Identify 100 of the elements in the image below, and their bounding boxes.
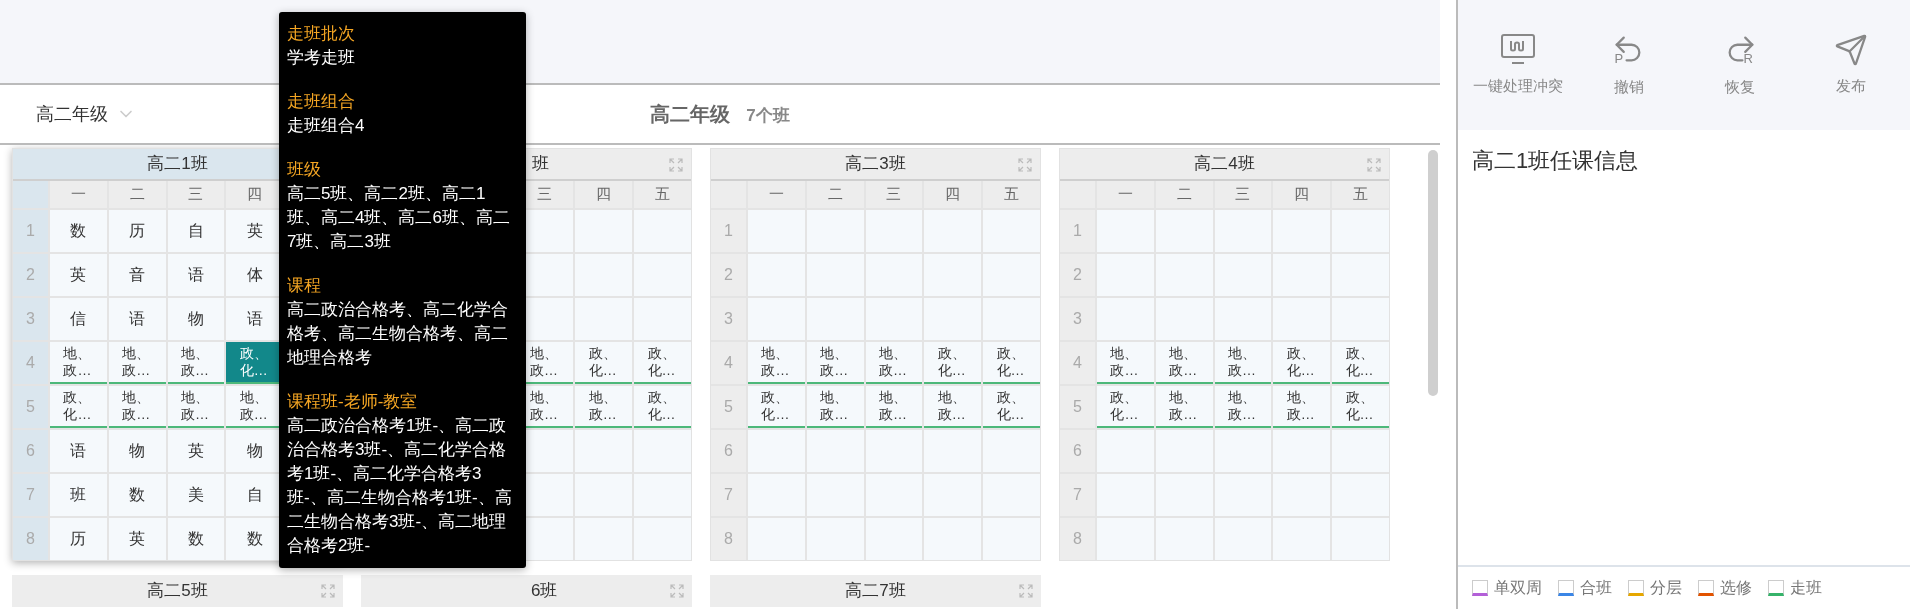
day-header: 五 (1332, 181, 1389, 208)
timetable-cell[interactable]: 地、政… (748, 342, 805, 384)
tooltip-label: 课程 (287, 275, 322, 297)
timetable-cell[interactable]: 地、政… (1273, 386, 1331, 428)
timetable-cell[interactable]: 政、化… (1332, 342, 1389, 384)
period-number: 4 (1060, 342, 1095, 384)
card-title: 高二1班 (147, 153, 208, 176)
period-number: 7 (1060, 474, 1095, 516)
day-header: 二 (108, 181, 166, 208)
timetable-cell[interactable]: 地、政… (167, 342, 225, 384)
timetable-cell[interactable]: 英 (108, 518, 166, 560)
timetable-cell[interactable]: 地、政… (167, 386, 225, 428)
period-number: 5 (1060, 386, 1095, 428)
timetable-cell[interactable]: 历 (50, 518, 107, 560)
period-number: 8 (13, 518, 48, 560)
timetable-cell[interactable]: 政、化… (748, 386, 805, 428)
timetable-cell[interactable]: 地、政… (1155, 342, 1213, 384)
card-title: 高二3班 (845, 153, 906, 176)
legend-label: 单双周 (1494, 578, 1542, 598)
timetable-cell[interactable]: 地、政… (575, 386, 633, 428)
period-number: 2 (13, 254, 48, 296)
day-header: 三 (1214, 181, 1272, 208)
grade-title: 高二年级 (650, 102, 731, 127)
day-header: 二 (806, 181, 864, 208)
tooltip-label: 班级 (287, 159, 322, 181)
timetable-cell[interactable]: 政、化… (575, 342, 633, 384)
period-number: 1 (13, 210, 48, 252)
timetable-cell[interactable]: 政、化… (983, 342, 1040, 384)
timetable-cell[interactable]: 地、政… (865, 342, 923, 384)
period-number: 7 (13, 474, 48, 516)
day-header: 一 (748, 181, 805, 208)
timetable-cell[interactable]: 英 (167, 430, 225, 472)
timetable-cell[interactable]: 地、政… (865, 386, 923, 428)
timetable-cell[interactable]: 地、政… (806, 342, 864, 384)
timetable-cell[interactable]: 音 (108, 254, 166, 296)
period-number: 8 (1060, 518, 1095, 560)
timetable-cell[interactable]: 数 (50, 210, 107, 252)
timetable-cell[interactable]: 政、化… (983, 386, 1040, 428)
timetable-cell[interactable]: 地、政… (1214, 386, 1272, 428)
timetable-cell[interactable]: 英 (50, 254, 107, 296)
card-title: 班 (532, 153, 549, 176)
tooltip-label: 走班批次 (287, 23, 356, 45)
card-title: 高二5班 (147, 580, 208, 603)
timetable-cell[interactable]: 政、化… (1332, 386, 1389, 428)
period-number: 5 (13, 386, 48, 428)
timetable-cell[interactable]: 自 (167, 210, 225, 252)
tooltip-value: 高二5班、高二2班、高二1班、高二4班、高二6班、高二7班、高二3班 (287, 183, 511, 253)
day-header: 四 (575, 181, 633, 208)
period-number: 4 (711, 342, 746, 384)
timetable-cell[interactable]: 地、政… (806, 386, 864, 428)
timetable-cell[interactable]: 物 (108, 430, 166, 472)
class-count: 7个班 (746, 105, 790, 127)
period-number: 3 (711, 298, 746, 340)
period-number: 1 (711, 210, 746, 252)
tooltip-label: 走班组合 (287, 91, 356, 113)
period-number: 6 (711, 430, 746, 472)
period-number: 6 (1060, 430, 1095, 472)
timetable-cell[interactable]: 政、化… (1097, 386, 1154, 428)
period-number: 2 (711, 254, 746, 296)
timetable-cell[interactable]: 政、化… (50, 386, 107, 428)
timetable-cell[interactable]: 美 (167, 474, 225, 516)
panel-title: 高二1班任课信息 (1472, 148, 1639, 173)
period-number: 7 (711, 474, 746, 516)
timetable-cell[interactable]: 数 (167, 518, 225, 560)
timetable-cell[interactable]: 信 (50, 298, 107, 340)
grade-dropdown[interactable]: 高二年级 (36, 100, 136, 128)
timetable-cell[interactable]: 历 (108, 210, 166, 252)
day-header: 一 (1097, 181, 1154, 208)
timetable-cell[interactable]: 语 (50, 430, 107, 472)
legend-label: 分层 (1650, 578, 1682, 598)
tooltip-value: 学考走班 (287, 47, 356, 69)
period-number: 4 (13, 342, 48, 384)
period-number: 2 (1060, 254, 1095, 296)
timetable-cell[interactable]: 语 (108, 298, 166, 340)
timetable-cell[interactable]: 地、政… (1155, 386, 1213, 428)
icon-letter: P (1614, 51, 1624, 66)
timetable-cell[interactable]: 政、化… (634, 342, 691, 384)
timetable-cell[interactable]: 物 (167, 298, 225, 340)
timetable-cell[interactable]: 地、政… (108, 386, 166, 428)
day-header: 一 (50, 181, 107, 208)
timetable-cell[interactable]: 地、政… (1214, 342, 1272, 384)
timetable-cell[interactable]: 数 (108, 474, 166, 516)
day-header: 五 (634, 181, 691, 208)
timetable-cell[interactable]: 政、化… (634, 386, 691, 428)
day-header: 三 (865, 181, 923, 208)
timetable-cell[interactable]: 班 (50, 474, 107, 516)
timetable-cell[interactable]: 地、政… (50, 342, 107, 384)
timetable-cell[interactable]: 政、化… (924, 342, 982, 384)
timetable-cell[interactable]: 地、政… (1097, 342, 1154, 384)
period-number: 3 (13, 298, 48, 340)
timetable-cell[interactable]: 地、政… (924, 386, 982, 428)
legend-label: 合班 (1580, 578, 1612, 598)
card-title: 高二4班 (1194, 153, 1255, 176)
day-header: 二 (1155, 181, 1213, 208)
timetable-cell[interactable]: 政、化… (1273, 342, 1331, 384)
tooltip-value: 高二政治合格考、高二化学合格考、高二生物合格考、高二地理合格考 (287, 299, 509, 369)
period-number: 8 (711, 518, 746, 560)
day-header: 三 (167, 181, 225, 208)
timetable-cell[interactable]: 语 (167, 254, 225, 296)
timetable-cell[interactable]: 地、政… (108, 342, 166, 384)
